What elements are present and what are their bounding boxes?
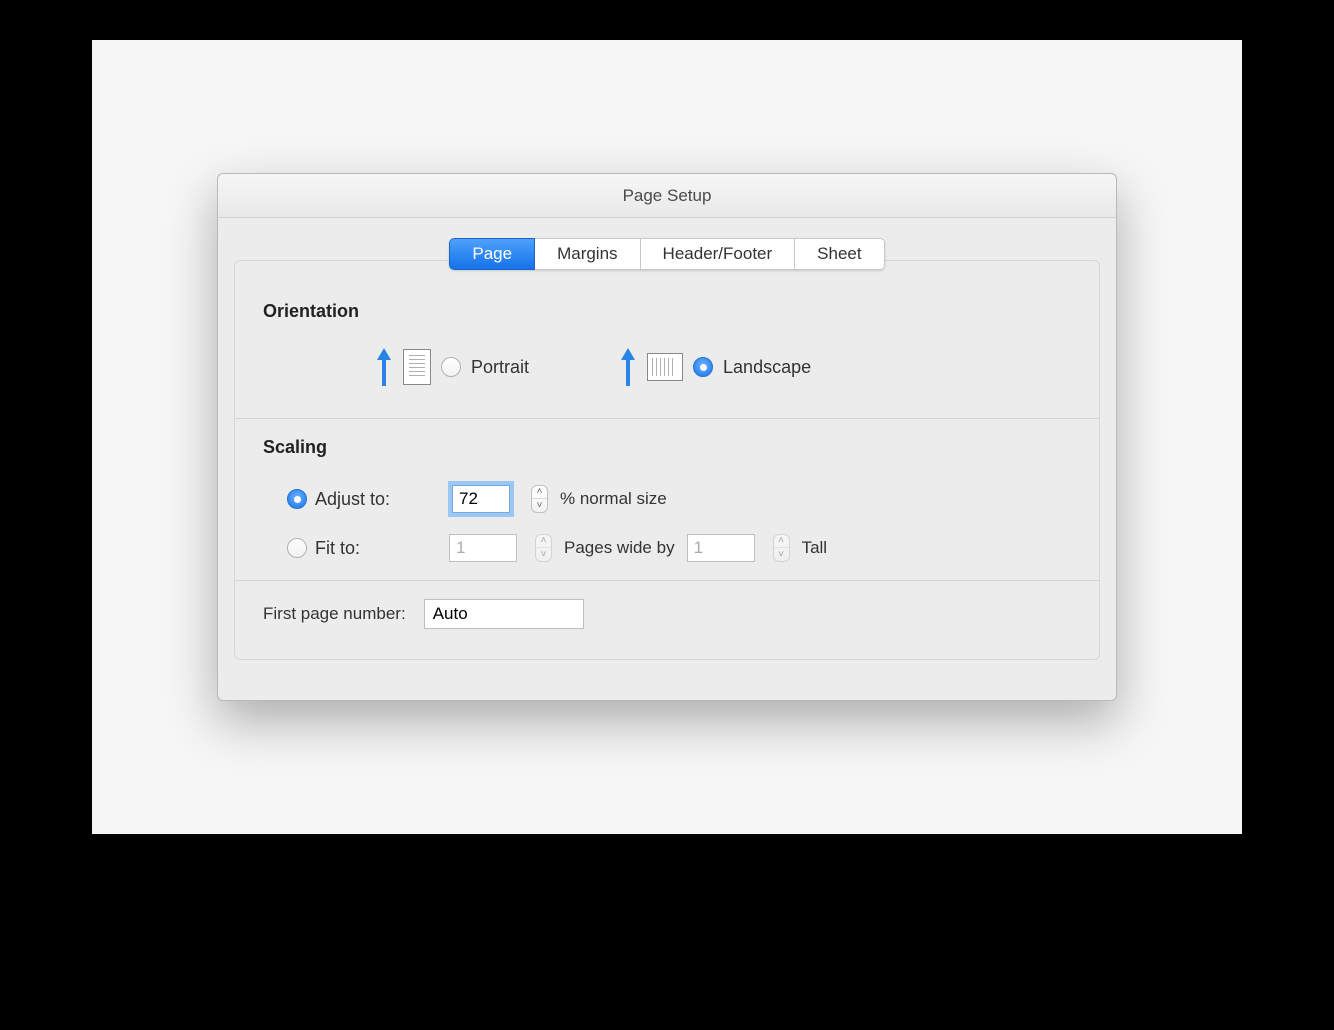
page-portrait-icon: [403, 349, 431, 385]
divider: [235, 418, 1099, 419]
stepper-down-icon[interactable]: ˅: [532, 499, 547, 512]
titlebar: Page Setup: [218, 174, 1116, 218]
page-setup-dialog: Page Setup Page Margins Header/Footer Sh…: [217, 173, 1117, 701]
adjust-to-radio[interactable]: [287, 489, 307, 509]
divider: [235, 580, 1099, 581]
orientation-landscape-option[interactable]: Landscape: [619, 346, 811, 388]
adjust-to-option[interactable]: Adjust to:: [287, 489, 437, 510]
orientation-heading: Orientation: [263, 301, 1071, 322]
dialog-backdrop: Page Setup Page Margins Header/Footer Sh…: [92, 40, 1242, 834]
fit-tall-stepper[interactable]: ˄ ˅: [773, 534, 790, 562]
orientation-portrait-option[interactable]: Portrait: [375, 346, 529, 388]
stepper-down-icon[interactable]: ˅: [536, 548, 551, 561]
tab-margins[interactable]: Margins: [535, 238, 640, 270]
tab-page[interactable]: Page: [449, 238, 535, 270]
arrow-up-icon: [375, 346, 393, 388]
first-page-row: First page number:: [263, 599, 1071, 629]
landscape-label: Landscape: [723, 357, 811, 378]
portrait-label: Portrait: [471, 357, 529, 378]
fit-wide-stepper[interactable]: ˄ ˅: [535, 534, 552, 562]
page-panel: Orientation: [234, 260, 1100, 660]
scaling-heading: Scaling: [263, 437, 1071, 458]
tab-header-footer[interactable]: Header/Footer: [641, 238, 796, 270]
adjust-percent-stepper[interactable]: ˄ ˅: [531, 485, 548, 513]
stepper-down-icon[interactable]: ˅: [774, 548, 789, 561]
fit-to-label: Fit to:: [315, 538, 360, 559]
stepper-up-icon[interactable]: ˄: [774, 535, 789, 548]
pages-wide-by-label: Pages wide by: [564, 538, 675, 558]
adjust-suffix-label: % normal size: [560, 489, 667, 509]
adjust-to-label: Adjust to:: [315, 489, 390, 510]
fit-tall-input[interactable]: [687, 534, 755, 562]
first-page-number-label: First page number:: [263, 604, 406, 624]
dialog-title: Page Setup: [623, 186, 712, 206]
tab-sheet[interactable]: Sheet: [795, 238, 884, 270]
arrow-up-icon: [619, 346, 637, 388]
stepper-up-icon[interactable]: ˄: [532, 486, 547, 499]
fit-to-option[interactable]: Fit to:: [287, 538, 437, 559]
orientation-group: Portrait: [263, 346, 1071, 388]
tall-label: Tall: [802, 538, 828, 558]
adjust-to-row: Adjust to: ˄ ˅ % normal size: [287, 482, 1071, 516]
page-landscape-icon: [647, 353, 683, 381]
stepper-up-icon[interactable]: ˄: [536, 535, 551, 548]
adjust-percent-input[interactable]: [452, 485, 510, 513]
fit-wide-input[interactable]: [449, 534, 517, 562]
first-page-number-input[interactable]: [424, 599, 584, 629]
dialog-content: Page Margins Header/Footer Sheet Orienta…: [218, 218, 1116, 700]
fit-to-row: Fit to: ˄ ˅ Pages wide by ˄ ˅: [287, 534, 1071, 562]
portrait-radio[interactable]: [441, 357, 461, 377]
landscape-radio[interactable]: [693, 357, 713, 377]
fit-to-radio[interactable]: [287, 538, 307, 558]
